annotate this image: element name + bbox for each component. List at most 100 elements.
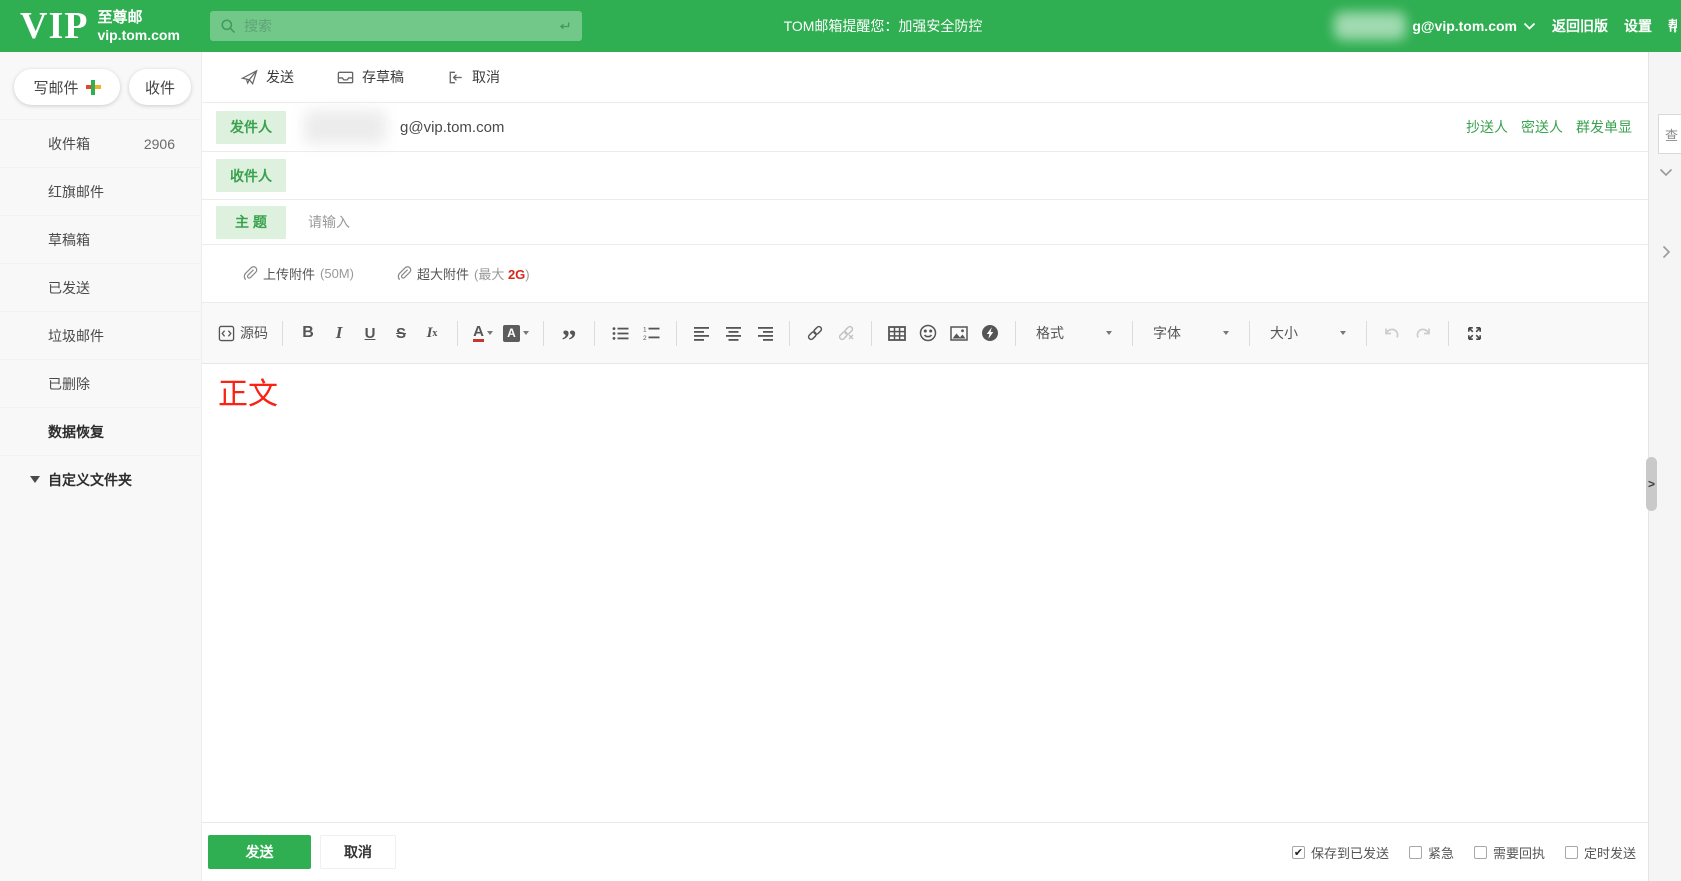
subject-label: 主 题: [216, 205, 286, 239]
italic-button[interactable]: I: [328, 320, 350, 346]
add-cc-link[interactable]: 抄送人: [1466, 117, 1508, 137]
from-address: g@vip.tom.com: [400, 118, 505, 136]
blurred-from-address: [304, 110, 386, 144]
enter-icon: [555, 18, 572, 35]
scheduled-send-checkbox[interactable]: 定时发送: [1564, 843, 1636, 862]
checkbox-icon[interactable]: [1408, 845, 1422, 859]
plus-icon: [85, 79, 101, 95]
attachments-row: 上传附件 (50M) 超大附件 (最大 2G): [202, 245, 1648, 303]
insert-image-button[interactable]: [948, 320, 970, 346]
remove-format-button[interactable]: Ix: [421, 320, 443, 346]
security-notice: TOM邮箱提醒您：加强安全防控: [783, 18, 983, 34]
search-input[interactable]: [244, 18, 555, 34]
to-row[interactable]: 收件人: [202, 152, 1648, 200]
sidebar: 写邮件 收件 收件箱 2906 红旗邮件 草稿箱 已发送 垃圾邮件 已删除 数据…: [0, 52, 202, 881]
numbered-list-button[interactable]: 12: [640, 320, 662, 346]
text-color-button[interactable]: A: [472, 320, 494, 346]
search-icon: [220, 18, 237, 35]
inbox-count-badge: 2906: [143, 135, 175, 152]
align-center-button[interactable]: [722, 320, 744, 346]
receive-button[interactable]: 收件: [129, 69, 191, 105]
font-family-dropdown[interactable]: 字体: [1147, 320, 1235, 346]
paperclip-icon: [242, 265, 258, 282]
upload-attachment-button[interactable]: 上传附件 (50M): [242, 264, 354, 283]
insert-emoji-button[interactable]: [917, 320, 939, 346]
account-menu[interactable]: g@vip.tom.com: [1412, 18, 1536, 34]
bullet-list-button[interactable]: [609, 320, 631, 346]
vip-logo: VIP: [20, 5, 89, 47]
draft-box-icon: [336, 68, 355, 87]
insert-link-button[interactable]: [804, 320, 826, 346]
bold-button[interactable]: B: [297, 320, 319, 346]
caret-icon: [486, 331, 493, 335]
sidebar-item-data-recovery[interactable]: 数据恢复: [0, 407, 201, 455]
paper-plane-icon: [240, 68, 259, 87]
sidebar-item-custom-folders[interactable]: 自定义文件夹: [0, 455, 201, 503]
richtext-toolbar: 源码 B I U S Ix A A ” 12 格式 字体 大小: [202, 303, 1648, 364]
app-header: VIP 至尊邮 vip.tom.com TOM邮箱提醒您：加强安全防控 g@vi…: [0, 0, 1681, 52]
maximize-button[interactable]: [1463, 320, 1485, 346]
undo-button[interactable]: [1381, 320, 1403, 346]
read-receipt-checkbox[interactable]: 需要回执: [1473, 843, 1545, 862]
cancel-button[interactable]: 取消: [320, 835, 396, 869]
source-code-button[interactable]: 源码: [218, 320, 268, 346]
insert-flash-button[interactable]: [979, 320, 1001, 346]
to-label: 收件人: [216, 159, 286, 192]
caret-icon: [1106, 331, 1112, 335]
svg-text:1: 1: [643, 326, 647, 333]
message-body-editor[interactable]: 正文: [202, 364, 1648, 822]
sidebar-item-inbox[interactable]: 收件箱 2906: [0, 119, 201, 167]
paragraph-format-dropdown[interactable]: 格式: [1030, 320, 1118, 346]
clipped-header-link[interactable]: 帮: [1668, 16, 1677, 36]
back-to-old-version-link[interactable]: 返回旧版: [1552, 16, 1608, 36]
send-toolbar-button[interactable]: 发送: [240, 67, 294, 87]
svg-text:2: 2: [643, 335, 647, 341]
compose-toolbar: 发送 存草稿 取消: [202, 52, 1648, 103]
subject-input[interactable]: [308, 214, 1008, 230]
from-label: 发件人: [216, 110, 286, 144]
chevron-right-icon[interactable]: [1662, 245, 1671, 264]
save-draft-toolbar-button[interactable]: 存草稿: [336, 67, 404, 87]
add-bcc-link[interactable]: 密送人: [1521, 117, 1563, 137]
sidebar-item-flagged[interactable]: 红旗邮件: [0, 167, 201, 215]
save-to-sent-checkbox[interactable]: 保存到已发送: [1291, 843, 1389, 862]
logo-domain: vip.tom.com: [97, 26, 180, 43]
checkbox-icon[interactable]: [1291, 845, 1305, 859]
align-right-button[interactable]: [753, 320, 775, 346]
strikethrough-button[interactable]: S: [390, 320, 412, 346]
mass-single-display-link[interactable]: 群发单显: [1576, 117, 1632, 137]
cancel-toolbar-button[interactable]: 取消: [446, 67, 500, 87]
checkbox-icon[interactable]: [1564, 845, 1578, 859]
caret-icon: [1340, 331, 1346, 335]
remove-link-button[interactable]: [835, 320, 857, 346]
back-arrow-icon: [446, 68, 465, 87]
sidebar-item-sent[interactable]: 已发送: [0, 263, 201, 311]
compose-panel: 发送 存草稿 取消 发件人 g@vip.tom.com 抄送人 密送人 群发单显…: [202, 52, 1648, 881]
footer-bar: 发送 取消 保存到已发送 紧急 需要回执 定时发送: [202, 822, 1648, 881]
send-button[interactable]: 发送: [208, 835, 311, 869]
sidebar-item-drafts[interactable]: 草稿箱: [0, 215, 201, 263]
panel-collapse-handle[interactable]: >: [1646, 457, 1657, 511]
chevron-down-icon[interactable]: [1659, 164, 1673, 182]
insert-table-button[interactable]: [886, 320, 908, 346]
settings-link[interactable]: 设置: [1624, 16, 1652, 36]
font-size-dropdown[interactable]: 大小: [1264, 320, 1352, 346]
caret-icon: [523, 331, 529, 335]
contact-search-input[interactable]: 查: [1658, 114, 1681, 154]
header-search[interactable]: [210, 11, 582, 41]
underline-button[interactable]: U: [359, 320, 381, 346]
redo-button[interactable]: [1412, 320, 1434, 346]
sidebar-item-spam[interactable]: 垃圾邮件: [0, 311, 201, 359]
body-text: 正文: [218, 378, 278, 411]
checkbox-icon[interactable]: [1473, 845, 1487, 859]
align-left-button[interactable]: [691, 320, 713, 346]
urgent-checkbox[interactable]: 紧急: [1408, 843, 1454, 862]
background-color-button[interactable]: A: [503, 320, 529, 346]
max-size-value: 2G: [507, 267, 526, 282]
logo: VIP 至尊邮 vip.tom.com: [0, 7, 202, 45]
sidebar-item-deleted[interactable]: 已删除: [0, 359, 201, 407]
blockquote-button[interactable]: ”: [558, 320, 580, 356]
large-attachment-button[interactable]: 超大附件 (最大 2G): [396, 264, 530, 283]
subject-row: 主 题: [202, 200, 1648, 245]
compose-button[interactable]: 写邮件: [14, 69, 120, 105]
